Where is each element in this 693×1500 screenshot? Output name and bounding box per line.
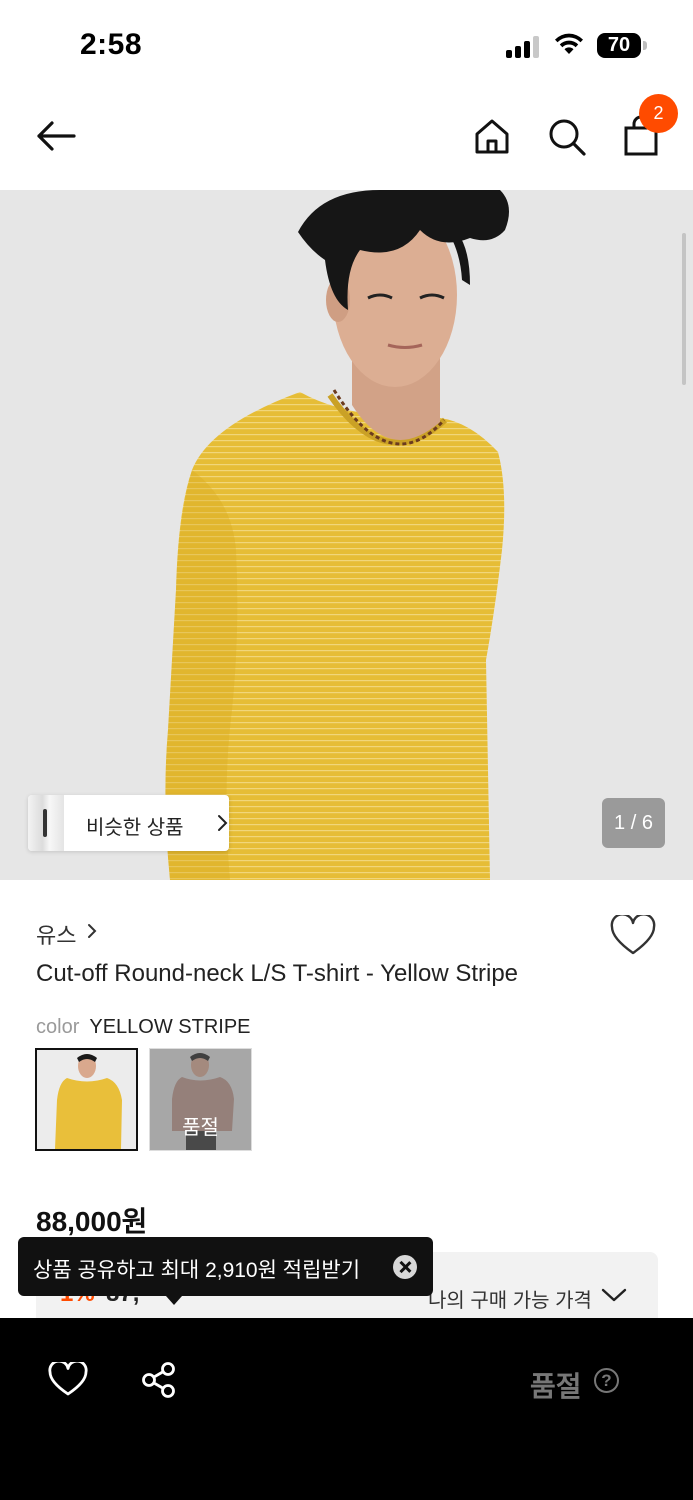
product-title: Cut-off Round-neck L/S T-shirt - Yellow … xyxy=(36,960,519,987)
cart-count-badge: 2 xyxy=(639,94,678,133)
top-navigation xyxy=(0,90,693,190)
color-label: color xyxy=(36,1016,80,1038)
status-bar: 2:58 70 xyxy=(0,0,693,90)
chevron-right-icon xyxy=(218,815,228,831)
wifi-icon xyxy=(555,33,583,54)
battery-nub xyxy=(643,41,647,50)
heart-icon[interactable] xyxy=(48,1362,88,1398)
home-icon[interactable] xyxy=(472,116,512,156)
similar-products-button[interactable]: 비슷한 상품 xyxy=(28,795,229,851)
battery-indicator: 70 xyxy=(597,33,641,58)
soldout-label: 품절 xyxy=(182,1117,219,1139)
soldout-button-label: 품절 xyxy=(530,1371,582,1402)
toast-message: 상품 공유하고 최대 2,910원 적립받기 xyxy=(33,1259,361,1282)
product-photo xyxy=(0,190,693,880)
product-price: 88,000원 xyxy=(36,1206,148,1237)
similar-product-thumbnail xyxy=(28,795,64,851)
color-swatch-pink[interactable]: 품절 xyxy=(149,1048,252,1151)
color-row: color YELLOW STRIPE xyxy=(36,1016,251,1039)
help-icon[interactable]: ? xyxy=(594,1368,619,1393)
search-icon[interactable] xyxy=(546,116,588,158)
back-arrow-icon[interactable] xyxy=(34,118,78,154)
bottom-action-bar xyxy=(0,1318,693,1500)
close-icon[interactable] xyxy=(393,1255,417,1279)
chevron-down-icon[interactable] xyxy=(600,1286,628,1304)
brand-link[interactable]: 유스 xyxy=(36,918,76,950)
cellular-signal-icon xyxy=(506,34,542,58)
image-page-counter: 1 / 6 xyxy=(602,798,665,848)
heart-icon[interactable] xyxy=(610,915,656,957)
status-time: 2:58 xyxy=(80,28,143,61)
scroll-indicator[interactable] xyxy=(682,233,686,385)
chevron-right-icon xyxy=(88,924,97,938)
color-value: YELLOW STRIPE xyxy=(89,1016,251,1038)
color-swatch-yellow-stripe[interactable] xyxy=(35,1048,138,1151)
swatch-thumbnail xyxy=(37,1050,136,1149)
my-price-label: 나의 구매 가능 가격 xyxy=(428,1290,592,1312)
share-reward-toast: 상품 공유하고 최대 2,910원 적립받기 xyxy=(18,1237,433,1305)
brand-name: 유스 xyxy=(36,923,77,948)
product-image-carousel[interactable] xyxy=(0,190,693,880)
similar-products-label: 비슷한 상품 xyxy=(86,817,184,839)
toast-pointer xyxy=(166,1296,182,1305)
share-icon[interactable] xyxy=(140,1361,178,1399)
